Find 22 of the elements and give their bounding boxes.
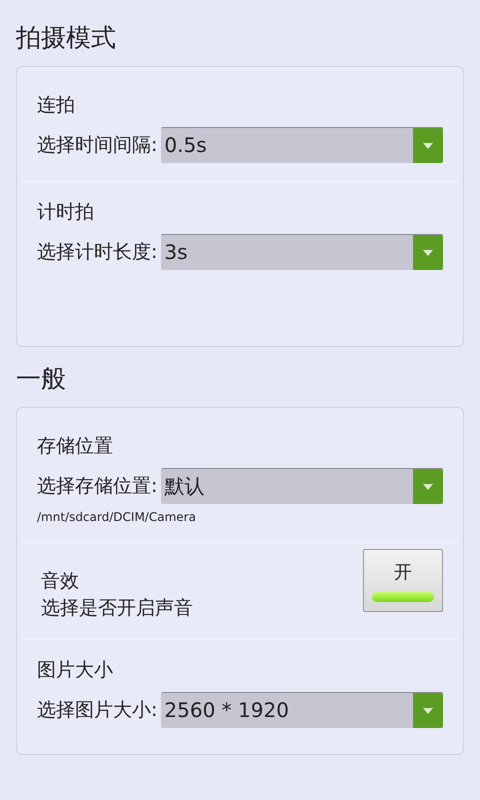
dropdown[interactable]: 3s — [161, 234, 443, 270]
setting-title: 图片大小 — [37, 658, 114, 683]
section-title: 一般 — [15, 363, 67, 395]
path-text: /mnt/sdcard/DCIM/Camera — [37, 510, 197, 524]
setting-title: 音效 — [41, 569, 80, 594]
setting-label: 选择时间间隔: — [37, 133, 158, 158]
setting-label: 选择是否开启声音 — [41, 596, 193, 621]
setting-title: 计时拍 — [37, 200, 95, 225]
dropdown[interactable]: 默认 — [161, 468, 443, 504]
toggle-button[interactable]: 开 — [363, 549, 443, 612]
setting-label: 选择计时长度: — [37, 240, 158, 265]
section-title: 拍摄模式 — [15, 22, 117, 54]
dropdown-arrow-icon — [423, 484, 433, 490]
dropdown-arrow-icon — [423, 142, 433, 148]
setting-label: 选择存储位置: — [37, 474, 158, 499]
setting-label: 选择图片大小: — [37, 698, 158, 723]
dropdown-arrow-icon — [423, 708, 433, 714]
dropdown[interactable]: 2560 * 1920 — [161, 692, 443, 728]
setting-title: 存储位置 — [37, 434, 114, 459]
dropdown-arrow-icon — [423, 250, 433, 256]
setting-title: 连拍 — [37, 93, 76, 118]
dropdown[interactable]: 0.5s — [161, 127, 443, 163]
